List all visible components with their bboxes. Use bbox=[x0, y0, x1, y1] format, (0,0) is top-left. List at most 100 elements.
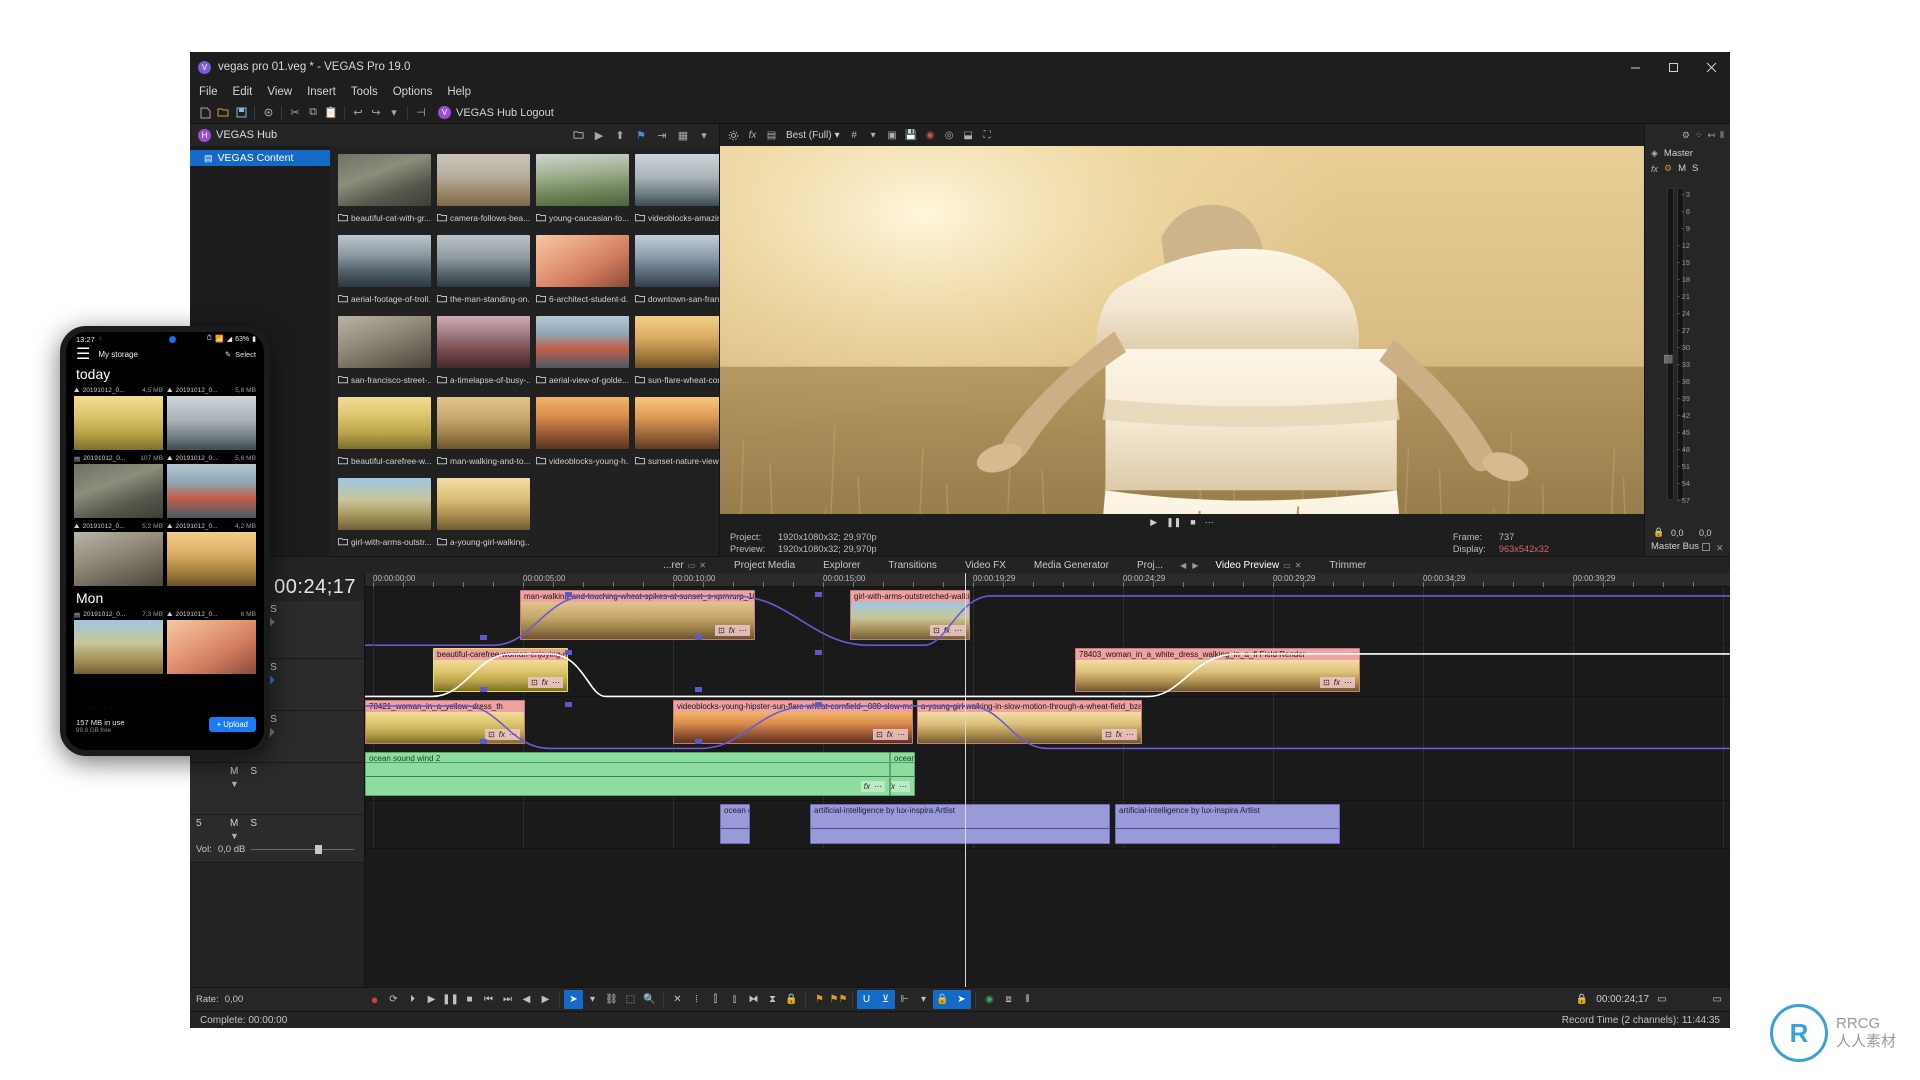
track-volume-fader-icon[interactable]: ▼ bbox=[230, 831, 239, 841]
paste-icon[interactable]: 📋 bbox=[322, 104, 340, 122]
master-fx-icon[interactable]: fx bbox=[1651, 164, 1658, 174]
hub-thumbnail-item[interactable]: camera-follows-bea... bbox=[437, 154, 530, 227]
track-header[interactable]: 5 M S ▼ Vol: 0,0 dB bbox=[190, 815, 364, 863]
track-mute-button[interactable]: M bbox=[230, 818, 238, 829]
clip-action-badge[interactable]: ⊡ fx ⋯ bbox=[873, 729, 908, 740]
clip-fx-icon[interactable]: fx bbox=[729, 626, 735, 635]
meter-handle-icon[interactable]: ▩ bbox=[1663, 352, 1673, 365]
minimize-icon[interactable] bbox=[1616, 52, 1654, 82]
dock-tab-project-media[interactable]: Project Media bbox=[720, 560, 809, 571]
lock-icon[interactable]: 🔒 bbox=[1653, 527, 1664, 538]
dock-tab-trimmer[interactable]: Trimmer bbox=[1315, 560, 1380, 571]
hub-thumbnail-item[interactable]: downtown-san-franci... bbox=[635, 235, 719, 308]
crossfade-button[interactable]: ⧓ bbox=[744, 990, 763, 1009]
preview-save-snapshot-icon[interactable]: 💾 bbox=[903, 127, 920, 144]
timeline-track[interactable]: man-walking-and-touching-wheat-spikes-at… bbox=[365, 587, 1730, 646]
timeline-clip[interactable]: videoblocks-young-hipster-sun-flare-whea… bbox=[673, 700, 913, 744]
clip-fx-icon[interactable]: fx bbox=[542, 678, 548, 687]
zoom-edit-tool-button[interactable]: 🔍 bbox=[640, 990, 659, 1009]
vegas-hub-logout-button[interactable]: VEGAS Hub Logout bbox=[456, 107, 554, 119]
go-to-end-button[interactable]: ⏭ bbox=[498, 990, 517, 1009]
dock-tab-transitions[interactable]: Transitions bbox=[874, 560, 951, 571]
clip-action-badge[interactable]: fx ⋯ bbox=[891, 781, 910, 792]
split-button[interactable]: ⦙ bbox=[687, 990, 706, 1009]
clip-more-icon[interactable]: ⋯ bbox=[1126, 730, 1134, 739]
timeline-clip[interactable]: 78403_woman_in_a_white_dress_walking_in_… bbox=[1075, 648, 1360, 692]
timeline-clip[interactable]: man-walking-and-touching-wheat-spikes-at… bbox=[520, 590, 755, 640]
lock-envelopes-button[interactable]: 🔒 bbox=[782, 990, 801, 1009]
master-layout-icon[interactable]: ⁘ bbox=[1695, 130, 1703, 141]
play-from-start-button[interactable]: ⏵ bbox=[403, 990, 422, 1009]
insert-marker-button[interactable]: ⚑ bbox=[810, 990, 829, 1009]
clip-action-badge[interactable]: fx ⋯ bbox=[860, 781, 885, 792]
hub-thumbnail-item[interactable]: a-young-girl-walking... bbox=[437, 478, 530, 551]
timeline-ruler[interactable]: 00:00:00;00 00:00:05;00 00:00:10;00 00:00:1… bbox=[365, 573, 1730, 587]
sync-cursor-button[interactable]: ➤ bbox=[952, 990, 971, 1009]
hub-thumbnail-item[interactable]: young-caucasian-to... bbox=[536, 154, 629, 227]
clip-more-icon[interactable]: ⋯ bbox=[874, 782, 882, 791]
menu-item-view[interactable]: View bbox=[267, 86, 292, 98]
crop-icon[interactable]: ⊡ bbox=[876, 730, 883, 739]
edit-tool-chevron-icon[interactable]: ▾ bbox=[583, 990, 602, 1009]
phone-file-thumbnail[interactable] bbox=[167, 532, 256, 586]
phone-file-item[interactable]: ⛰ 20191012_0... 4,2 MB bbox=[167, 521, 256, 586]
hub-import-icon[interactable]: ⇥ bbox=[653, 126, 671, 144]
dock-scroll-left-icon[interactable]: ◀ bbox=[1177, 561, 1189, 570]
crop-icon[interactable]: ⊡ bbox=[1105, 730, 1112, 739]
next-frame-button[interactable]: ▶ bbox=[536, 990, 555, 1009]
hamburger-menu-icon[interactable]: ☰ bbox=[76, 344, 90, 364]
timeline-options-icon[interactable]: ▭ bbox=[1713, 994, 1722, 1005]
timeline-clip[interactable]: ocean sound wind 2 fx ⋯ bbox=[365, 752, 890, 796]
master-mute-button[interactable]: M bbox=[1678, 163, 1686, 174]
preview-snapshot-icon[interactable]: ▣ bbox=[884, 127, 901, 144]
envelope-keyframe[interactable] bbox=[565, 702, 572, 707]
envelope-keyframe[interactable] bbox=[815, 702, 822, 707]
timeline-clip[interactable]: artificial-intelligence by lux-inspira A… bbox=[810, 804, 1110, 844]
hub-thumbnail-item[interactable]: a-timelapse-of-busy-... bbox=[437, 316, 530, 389]
loop-playback-button[interactable]: ⟳ bbox=[384, 990, 403, 1009]
preview-grid-chevron-icon[interactable]: ▾ bbox=[865, 127, 882, 144]
quantize-chevron-icon[interactable]: ▾ bbox=[914, 990, 933, 1009]
pause-button[interactable]: ❚❚ bbox=[441, 990, 460, 1009]
phone-file-item[interactable]: ⛰ 20191012_0... 5,6 MB bbox=[167, 453, 256, 518]
go-to-start-button[interactable]: ⏮ bbox=[479, 990, 498, 1009]
mixer-button[interactable]: ⧈ bbox=[999, 990, 1018, 1009]
menu-item-options[interactable]: Options bbox=[393, 86, 433, 98]
play-button[interactable]: ▶ bbox=[422, 990, 441, 1009]
hub-folder-icon[interactable] bbox=[569, 126, 587, 144]
hub-thumbnail-item[interactable]: videoblocks-young-h... bbox=[536, 397, 629, 470]
preview-external-icon[interactable]: ⬓ bbox=[960, 127, 977, 144]
phone-file-item[interactable]: ⛰ 20191012_0... 6 MB bbox=[167, 609, 256, 674]
copy-icon[interactable]: ⧉ bbox=[304, 104, 322, 122]
timeline-track[interactable]: 12-24-36-48-ocean clartificial-intellige… bbox=[365, 801, 1730, 849]
crop-icon[interactable]: ⊡ bbox=[718, 626, 725, 635]
phone-file-thumbnail[interactable] bbox=[74, 532, 163, 586]
dock-tab-explorer[interactable]: ...rer ▭ ✕ bbox=[649, 560, 720, 571]
phone-file-thumbnail[interactable] bbox=[74, 396, 163, 450]
hub-thumbnail-item[interactable]: san-francisco-street-... bbox=[338, 316, 431, 389]
clip-more-icon[interactable]: ⋯ bbox=[954, 626, 962, 635]
clip-action-badge[interactable]: ⊡ fx ⋯ bbox=[715, 625, 750, 636]
clip-more-icon[interactable]: ⋯ bbox=[899, 782, 907, 791]
phone-file-thumbnail[interactable] bbox=[74, 464, 163, 518]
hub-thumbnail-item[interactable]: the-man-standing-on... bbox=[437, 235, 530, 308]
phone-file-item[interactable]: ⛰ 20191012_0... 4,5 MB bbox=[74, 385, 163, 450]
envelope-keyframe[interactable] bbox=[695, 739, 702, 744]
automation-settings-button[interactable]: ◉ bbox=[980, 990, 999, 1009]
envelope-keyframe[interactable] bbox=[815, 592, 822, 597]
dock-tab-float-icon[interactable]: ▭ bbox=[1283, 561, 1291, 570]
dock-tab-close-icon[interactable]: ✕ bbox=[1295, 561, 1302, 570]
timeline-clip[interactable]: beautiful-carefree-woman-enjoying-natur ⊡… bbox=[433, 648, 568, 692]
clip-fx-icon[interactable]: fx bbox=[864, 782, 870, 791]
phone-file-item[interactable]: ⛰ 20191012_0... 5,8 MB bbox=[167, 385, 256, 450]
menu-item-edit[interactable]: Edit bbox=[233, 86, 253, 98]
chevron-down-icon[interactable]: ▾ bbox=[385, 104, 403, 122]
hub-upload-icon[interactable]: ⬆ bbox=[611, 126, 629, 144]
new-project-icon[interactable] bbox=[196, 104, 214, 122]
open-project-icon[interactable] bbox=[214, 104, 232, 122]
envelope-keyframe[interactable] bbox=[815, 650, 822, 655]
timeline-clip[interactable]: ocean cl bbox=[720, 804, 750, 844]
clip-more-icon[interactable]: ⋯ bbox=[509, 730, 517, 739]
previous-frame-button[interactable]: ◀ bbox=[517, 990, 536, 1009]
track-solo-button[interactable]: S bbox=[250, 766, 257, 777]
